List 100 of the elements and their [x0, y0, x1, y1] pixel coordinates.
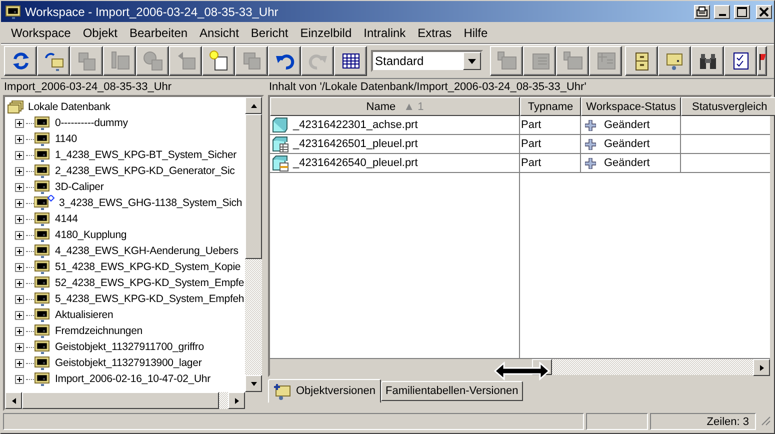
horizontal-scrollbar[interactable]	[270, 358, 770, 375]
close-button[interactable]	[756, 4, 772, 18]
table-cell: Part	[521, 119, 542, 131]
minimize-icon	[718, 14, 726, 16]
tab[interactable]: Familientabellen-Versionen	[380, 381, 524, 401]
expand-toggle[interactable]	[15, 166, 24, 176]
expand-icon	[16, 312, 23, 318]
tree-item[interactable]: Geistobjekt_11327911700_griffro	[55, 341, 204, 353]
table-cell: Part	[521, 157, 542, 169]
expand-icon	[16, 344, 23, 350]
tree-item[interactable]: 51_4238_EWS_KPG-KD_System_Kopie	[55, 261, 241, 273]
table-cell: Part	[521, 138, 542, 150]
tab[interactable]: Objektversionen	[268, 379, 380, 403]
scroll-right-icon	[234, 396, 240, 404]
folder-icon	[34, 355, 51, 371]
tree-item[interactable]: 4144	[55, 213, 78, 225]
folder-icon	[34, 243, 51, 259]
expand-icon	[16, 136, 23, 142]
expand-toggle[interactable]	[15, 182, 24, 192]
expand-toggle[interactable]	[15, 134, 24, 144]
menu-item[interactable]: Hilfe	[458, 26, 494, 40]
menu-item[interactable]: Einzelbild	[294, 26, 358, 40]
maximize-icon	[735, 6, 749, 18]
expand-toggle[interactable]	[15, 198, 24, 208]
toolbar-button[interactable]	[268, 46, 301, 76]
tree-item[interactable]: Geistobjekt_11327913900_lager	[55, 357, 202, 369]
minimize-button[interactable]	[714, 4, 730, 18]
tree-item[interactable]: 2_4238_EWS_KPG-KD_Generator_Sic	[55, 165, 235, 177]
tree-item[interactable]: 1_4238_EWS_KPG-BT_System_Sicher	[55, 149, 237, 161]
sort-indicator: ▲ 1	[404, 100, 424, 112]
tree-item[interactable]: 4180_Kupplung	[55, 229, 127, 241]
folder-icon	[34, 179, 51, 195]
toolbar-button[interactable]	[757, 46, 767, 76]
folder-icon	[34, 291, 51, 307]
tree-item[interactable]: 0----------dummy	[55, 117, 128, 129]
panel-title: Inhalt von '/Lokale Datenbank/Import_2006-03-24_08-35-33_Uhr'	[268, 80, 588, 95]
column-icon	[108, 50, 130, 72]
expand-icon	[16, 232, 23, 238]
expand-toggle[interactable]	[15, 358, 24, 368]
table-cell: _42316426540_pleuel.prt	[293, 157, 418, 169]
tree-item[interactable]: 3D-Caliper	[55, 181, 104, 193]
toolbar-button[interactable]	[724, 46, 757, 76]
expand-toggle[interactable]	[15, 246, 24, 256]
marked-folder-icon	[34, 195, 55, 211]
folder-icon	[34, 163, 51, 179]
toolbar-button[interactable]	[37, 46, 70, 76]
expand-icon	[16, 200, 23, 206]
expand-toggle[interactable]	[15, 262, 24, 272]
toolbar-button[interactable]	[202, 46, 235, 76]
tree-item[interactable]: 5_4238_EWS_KPG-KD_System_Empfeh	[55, 293, 244, 305]
view-dropdown[interactable]: Standard	[371, 50, 483, 72]
expand-toggle[interactable]	[15, 230, 24, 240]
expand-toggle[interactable]	[15, 374, 24, 384]
expand-toggle[interactable]	[15, 150, 24, 160]
column-header[interactable]: Name ▲ 1	[270, 97, 520, 116]
column-header[interactable]: Typname	[520, 97, 581, 116]
menu-item[interactable]: Intralink	[358, 26, 412, 40]
printer-button[interactable]	[694, 4, 710, 18]
menu-item[interactable]: Bearbeiten	[124, 26, 194, 40]
tree-item[interactable]: 4_4238_EWS_KGH-Aenderung_Uebers	[55, 245, 238, 257]
expand-icon	[16, 280, 23, 286]
column-header[interactable]: Workspace-Status	[581, 97, 681, 116]
folder-icon	[34, 147, 51, 163]
expand-toggle[interactable]	[15, 326, 24, 336]
toolbar-button[interactable]	[658, 46, 691, 76]
menu-item[interactable]: Extras	[412, 26, 458, 40]
folder-icon	[34, 115, 51, 131]
tree-item[interactable]: 3_4238_EWS_GHG-1138_System_Sich	[59, 197, 242, 209]
toolbar-button[interactable]	[625, 46, 658, 76]
tree-item[interactable]: Fremdzeichnungen	[55, 325, 142, 337]
menu-item[interactable]: Workspace	[5, 26, 77, 40]
expand-toggle[interactable]	[15, 214, 24, 224]
toolbar-button[interactable]	[4, 46, 37, 76]
toolbar-button[interactable]	[691, 46, 724, 76]
tree-item[interactable]: 1140	[55, 133, 77, 145]
vertical-scrollbar[interactable]	[245, 97, 262, 392]
folder-icon	[34, 211, 51, 227]
tree-item[interactable]: Lokale Datenbank	[28, 101, 110, 113]
workspace-icon	[273, 382, 291, 400]
folder-icon	[34, 323, 51, 339]
expand-icon	[16, 152, 23, 158]
expand-toggle[interactable]	[15, 118, 24, 128]
expand-toggle[interactable]	[15, 278, 24, 288]
toolbar-button[interactable]	[334, 46, 367, 76]
menu-item[interactable]: Bericht	[244, 26, 294, 40]
tree-item[interactable]: Import_2006-02-16_10-47-02_Uhr	[55, 373, 210, 385]
column-header[interactable]: Statusvergleich	[681, 97, 775, 116]
dropdown-arrow-icon	[467, 57, 477, 65]
sync-workspace-icon	[42, 50, 64, 72]
tree-item[interactable]: 52_4238_EWS_KPG-KD_System_Empfe	[55, 277, 244, 289]
maximize-button[interactable]	[734, 4, 750, 18]
expand-toggle[interactable]	[15, 294, 24, 304]
menu-item[interactable]: Objekt	[76, 26, 124, 40]
horizontal-scrollbar[interactable]	[5, 392, 262, 409]
menu-item[interactable]: Ansicht	[194, 26, 245, 40]
database-icon	[7, 100, 24, 114]
expand-toggle[interactable]	[15, 310, 24, 320]
tree-item[interactable]: Aktualisieren	[55, 309, 114, 321]
copy-icon	[240, 50, 262, 72]
expand-toggle[interactable]	[15, 342, 24, 352]
